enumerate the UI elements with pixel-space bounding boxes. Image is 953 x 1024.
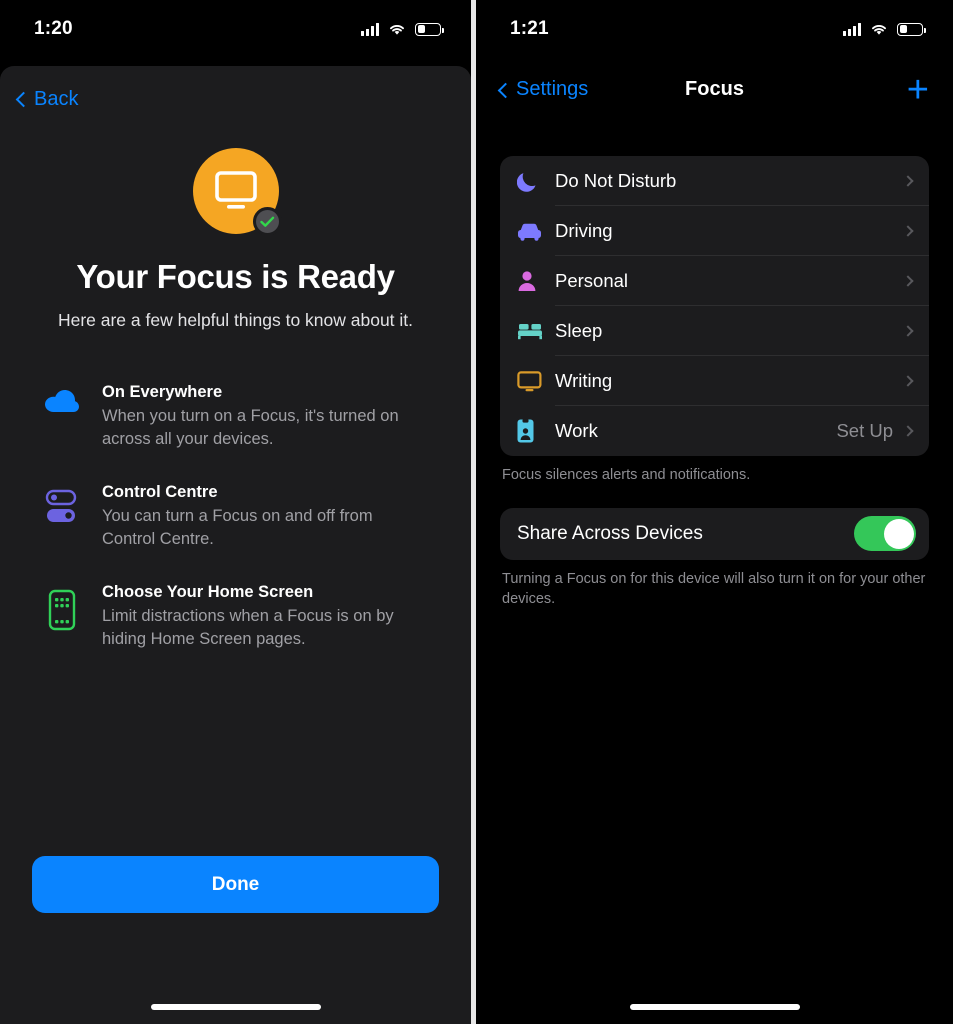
focus-row-sleep[interactable]: Sleep — [500, 306, 929, 356]
share-across-devices-toggle[interactable] — [854, 516, 916, 551]
home-screen-icon — [42, 583, 82, 650]
monitor-icon — [213, 170, 259, 212]
right-phone-screen: 1:21 Settings Focus + — [476, 0, 953, 1024]
feature-list: On Everywhere When you turn on a Focus, … — [42, 383, 429, 651]
screenshot-root: 1:20 Back — [0, 0, 953, 1024]
share-across-devices-row[interactable]: Share Across Devices — [500, 508, 929, 560]
focus-label: Driving — [555, 220, 893, 242]
toggles-icon — [42, 483, 82, 550]
car-icon — [517, 222, 555, 241]
status-icons — [361, 23, 441, 36]
status-bar-left: 1:20 — [0, 0, 471, 58]
row-body: Personal — [555, 256, 929, 306]
navigation-bar: Settings Focus + — [476, 58, 953, 121]
hero-title: Your Focus is Ready — [0, 258, 471, 296]
focus-row-writing[interactable]: Writing — [500, 356, 929, 406]
feature-title: On Everywhere — [102, 383, 429, 402]
feature-item: Choose Your Home Screen Limit distractio… — [42, 583, 429, 650]
feature-title: Choose Your Home Screen — [102, 583, 429, 602]
focus-label: Do Not Disturb — [555, 170, 893, 192]
focus-list: Do Not Disturb Driving — [500, 156, 929, 456]
battery-icon — [897, 23, 923, 36]
back-button[interactable]: Back — [18, 88, 78, 111]
status-icons — [843, 23, 923, 36]
feature-description: When you turn on a Focus, it's turned on… — [102, 405, 429, 450]
feature-text: Control Centre You can turn a Focus on a… — [102, 483, 429, 550]
toggle-knob — [884, 519, 914, 549]
wifi-icon — [388, 23, 406, 36]
plus-icon[interactable]: + — [907, 79, 929, 101]
checkmark-icon — [260, 216, 275, 228]
cellular-bars-icon — [843, 23, 861, 36]
chevron-left-icon — [16, 92, 32, 108]
monitor-icon — [517, 371, 555, 392]
status-time: 1:21 — [510, 18, 549, 40]
cellular-bars-icon — [361, 23, 379, 36]
row-body: Sleep — [555, 306, 929, 356]
hero-section: Your Focus is Ready Here are a few helpf… — [0, 148, 471, 331]
wifi-icon — [870, 23, 888, 36]
focus-icon-badge — [193, 148, 279, 234]
person-icon — [517, 270, 555, 292]
battery-icon — [415, 23, 441, 36]
status-time: 1:20 — [34, 18, 73, 40]
chevron-left-icon — [498, 82, 514, 98]
home-indicator — [630, 1004, 800, 1010]
chevron-right-icon — [902, 275, 913, 286]
focus-value: Set Up — [836, 420, 893, 442]
done-button[interactable]: Done — [32, 856, 439, 913]
checkmark-badge — [253, 207, 282, 236]
share-across-devices-label: Share Across Devices — [517, 523, 854, 545]
left-phone-screen: 1:20 Back — [0, 0, 471, 1024]
focus-label: Personal — [555, 270, 893, 292]
focus-list-footnote: Focus silences alerts and notifications. — [502, 465, 927, 486]
focus-ready-sheet: Back Your — [0, 66, 471, 1024]
home-indicator — [151, 1004, 321, 1010]
badge-icon — [517, 419, 555, 443]
row-body: Do Not Disturb — [555, 156, 929, 206]
sheet-nav: Back — [0, 66, 471, 132]
focus-row-personal[interactable]: Personal — [500, 256, 929, 306]
moon-icon — [517, 170, 555, 193]
feature-text: Choose Your Home Screen Limit distractio… — [102, 583, 429, 650]
focus-row-driving[interactable]: Driving — [500, 206, 929, 256]
focus-label: Work — [555, 420, 836, 442]
focus-label: Writing — [555, 370, 893, 392]
share-across-devices-footnote: Turning a Focus on for this device will … — [502, 569, 927, 610]
focus-label: Sleep — [555, 320, 893, 342]
row-body: Writing — [555, 356, 929, 406]
chevron-right-icon — [902, 375, 913, 386]
feature-title: Control Centre — [102, 483, 429, 502]
cloud-icon — [42, 383, 82, 450]
chevron-right-icon — [902, 425, 913, 436]
chevron-right-icon — [902, 325, 913, 336]
feature-description: You can turn a Focus on and off from Con… — [102, 505, 429, 550]
chevron-right-icon — [902, 225, 913, 236]
share-across-devices-group: Share Across Devices — [500, 508, 929, 560]
feature-item: Control Centre You can turn a Focus on a… — [42, 483, 429, 550]
focus-row-do-not-disturb[interactable]: Do Not Disturb — [500, 156, 929, 206]
focus-row-work[interactable]: Work Set Up — [500, 406, 929, 456]
feature-description: Limit distractions when a Focus is on by… — [102, 605, 429, 650]
feature-item: On Everywhere When you turn on a Focus, … — [42, 383, 429, 450]
settings-back-label: Settings — [516, 78, 588, 101]
settings-back-button[interactable]: Settings — [500, 78, 588, 101]
bed-icon — [517, 322, 555, 340]
feature-text: On Everywhere When you turn on a Focus, … — [102, 383, 429, 450]
back-button-label: Back — [34, 88, 78, 111]
status-bar-right: 1:21 — [476, 0, 953, 58]
row-body: Driving — [555, 206, 929, 256]
chevron-right-icon — [902, 175, 913, 186]
row-body: Work Set Up — [555, 406, 929, 456]
hero-subtitle: Here are a few helpful things to know ab… — [0, 310, 471, 331]
